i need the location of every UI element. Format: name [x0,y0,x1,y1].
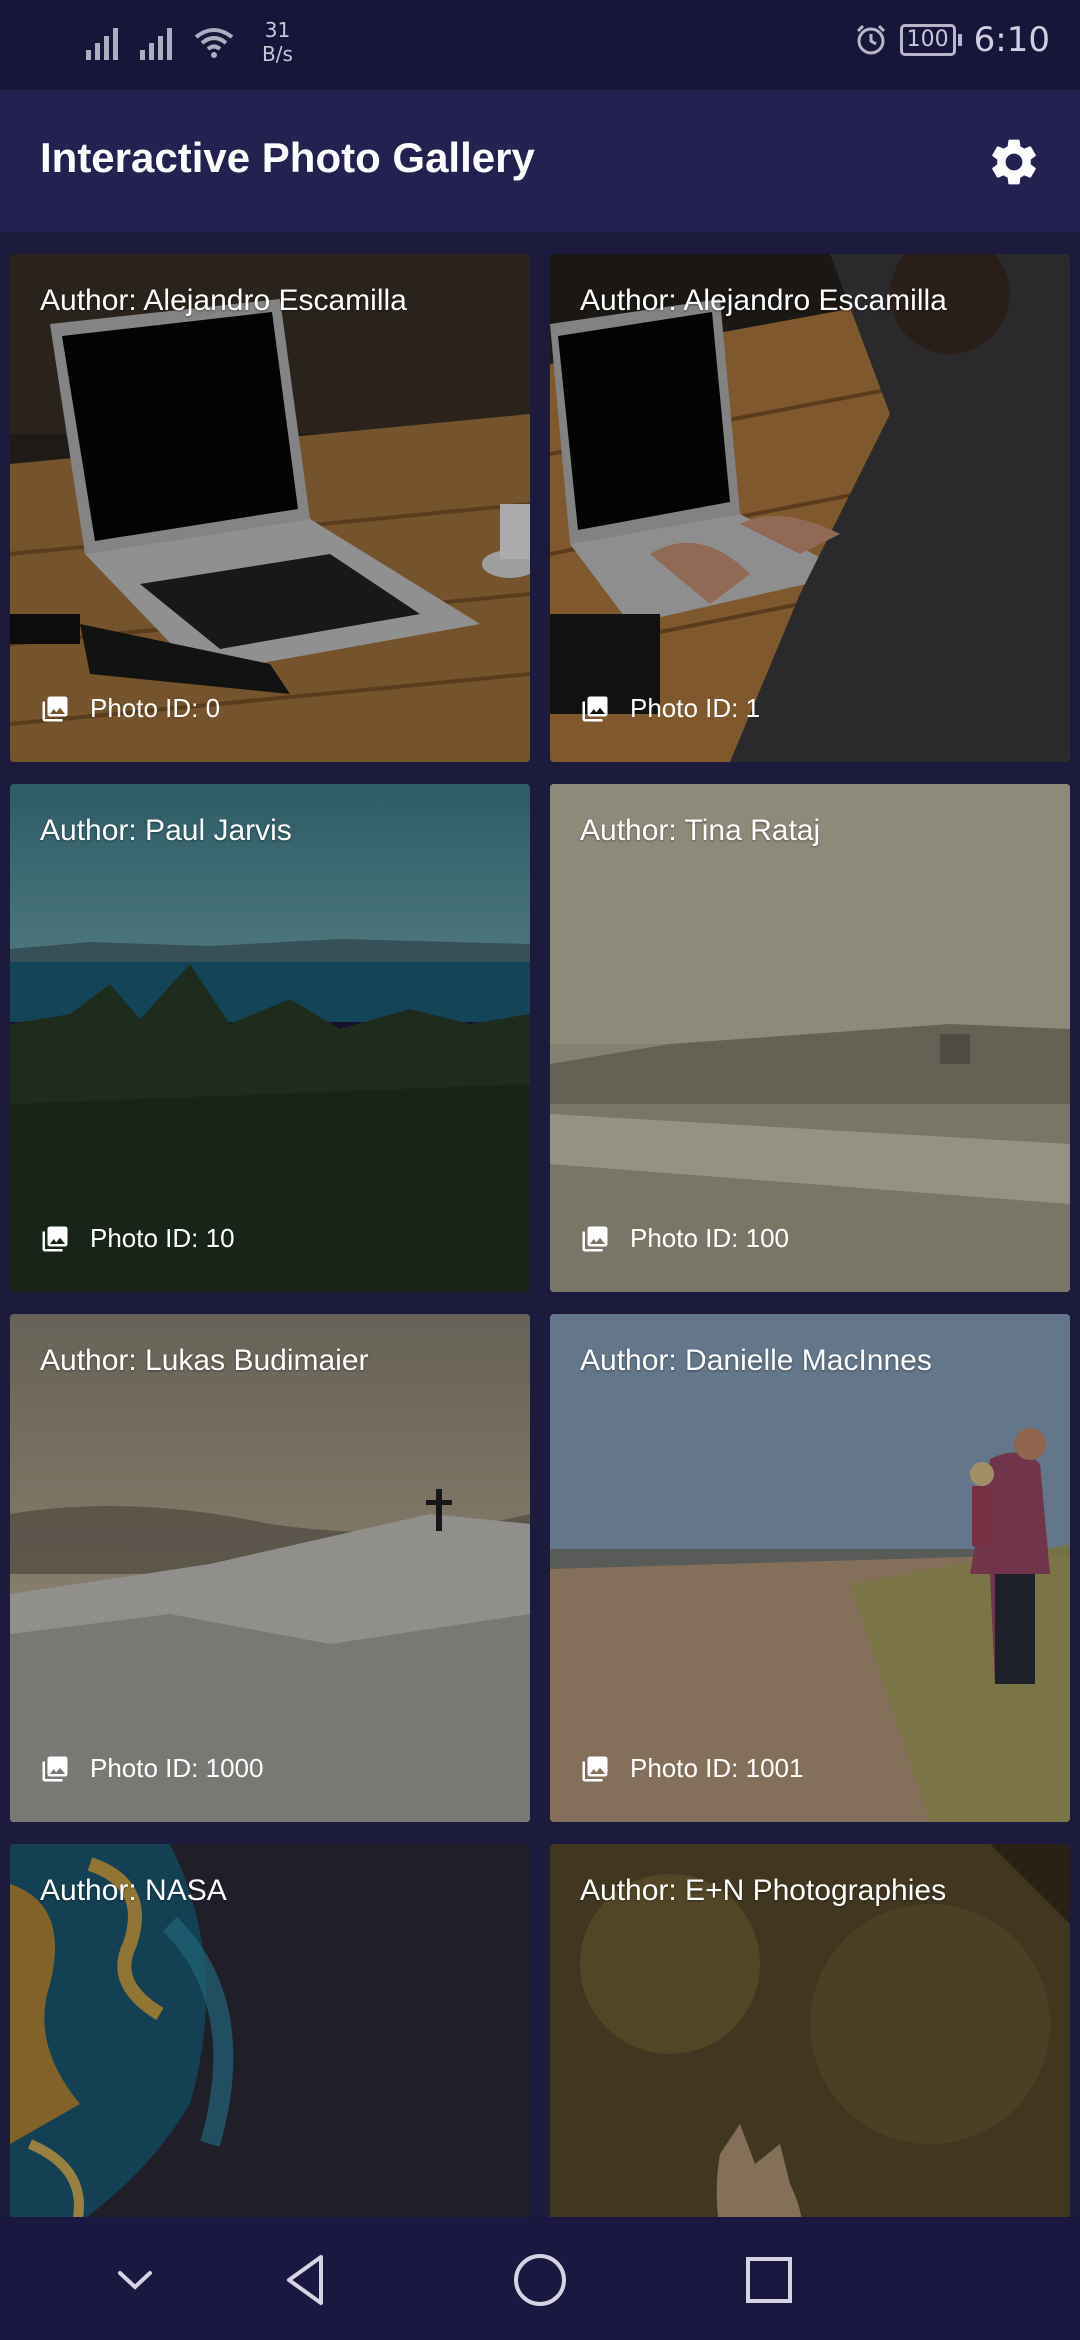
photo-meta: Photo ID: 0 [40,693,220,724]
signal-icon [140,24,172,60]
photo-id: Photo ID: 1001 [630,1753,804,1783]
photo-author: Author: NASA [40,1874,227,1907]
photo-card[interactable]: Author: Paul Jarvis Photo ID: 10 [10,784,530,1292]
status-left: 31 B/s [86,18,293,66]
photo-id: Photo ID: 1000 [90,1753,264,1783]
photo-id: Photo ID: 1 [630,693,761,723]
photo-meta: Photo ID: 10 [40,1223,235,1254]
page-title: Interactive Photo Gallery [40,134,535,181]
photo-card[interactable]: Author: NASA [10,1844,530,2217]
navigation-bar [0,2217,1080,2340]
net-speed-value: 31 [264,18,291,42]
image-icon [42,1226,68,1251]
photo-id: Photo ID: 100 [630,1223,789,1253]
image-icon [42,1756,68,1781]
wifi-icon [194,28,234,58]
photo-card[interactable]: Author: Tina Rataj Photo ID: 100 [550,784,1070,1292]
app-bar: Interactive Photo Gallery [0,90,1080,232]
gear-icon[interactable] [986,134,1042,190]
photo-meta: Photo ID: 1001 [580,1753,803,1784]
photo-card[interactable]: Author: Lukas Budimaier Photo ID: 1000 [10,1314,530,1822]
photo-meta: Photo ID: 1000 [40,1753,263,1784]
battery-icon: 100 [899,24,962,56]
image-icon [582,1226,608,1251]
back-triangle-icon[interactable] [273,2245,343,2315]
photo-grid: Author: Alejandro Escamilla Photo ID: 0 … [0,232,1080,2217]
clock: 6:10 [973,20,1050,60]
photo-author: Author: Alejandro Escamilla [580,284,947,317]
photo-author: Author: Lukas Budimaier [40,1344,369,1377]
status-bar: 31 B/s 100 6:10 [0,0,1080,90]
net-speed-unit: B/s [262,42,293,66]
photo-author: Author: Paul Jarvis [40,814,292,847]
photo-meta: Photo ID: 1 [580,693,760,724]
photo-card[interactable]: Author: Alejandro Escamilla Photo ID: 0 [10,254,530,762]
chevron-down-icon[interactable] [100,2245,170,2315]
signal-icon [86,24,118,60]
alarm-icon [856,24,885,55]
recents-square-icon[interactable] [734,2245,804,2315]
image-icon [42,696,68,721]
status-right: 100 6:10 [854,20,1050,60]
photo-author: Author: Alejandro Escamilla [40,284,407,317]
battery-level: 100 [899,24,956,56]
photo-card[interactable]: Author: Alejandro Escamilla Photo ID: 1 [550,254,1070,762]
photo-id: Photo ID: 10 [90,1223,235,1253]
photo-author: Author: E+N Photographies [580,1874,947,1907]
photo-card[interactable]: Author: Danielle MacInnes Photo ID: 1001 [550,1314,1070,1822]
image-icon [582,1756,608,1781]
home-circle-icon[interactable] [505,2245,575,2315]
photo-meta: Photo ID: 100 [580,1223,789,1254]
network-speed: 31 B/s [262,18,293,66]
image-icon [582,696,608,721]
photo-card[interactable]: Author: E+N Photographies [550,1844,1070,2217]
photo-author: Author: Danielle MacInnes [580,1344,932,1377]
photo-id: Photo ID: 0 [90,693,221,723]
photo-author: Author: Tina Rataj [580,814,821,847]
